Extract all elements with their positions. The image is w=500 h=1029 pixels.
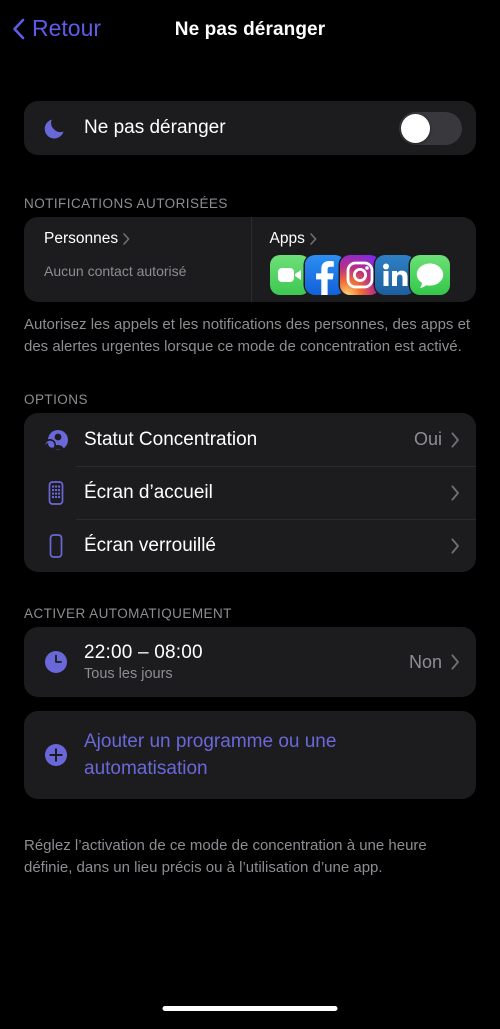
- chevron-right-icon: [451, 654, 459, 670]
- schedule-text: 22:00 – 08:00 Tous les jours: [84, 642, 409, 682]
- option-label: Statut Concentration: [84, 428, 258, 450]
- options-section: OPTIONS Statut Concentration Oui Écran d…: [0, 392, 500, 572]
- schedule-row[interactable]: 22:00 – 08:00 Tous les jours Non: [24, 627, 476, 697]
- moon-icon: [44, 119, 64, 139]
- automation-header: ACTIVER AUTOMATIQUEMENT: [24, 606, 232, 621]
- chevron-right-icon: [451, 537, 459, 554]
- option-value: Oui: [413, 429, 442, 449]
- facebook-app-icon: [304, 255, 345, 295]
- switch-knob: [401, 113, 430, 143]
- home-screen-icon: [42, 480, 70, 506]
- focus-status-icon: [42, 427, 70, 453]
- clock-icon: [42, 649, 70, 675]
- chevron-right-icon: [310, 233, 317, 245]
- apps-column[interactable]: Apps: [250, 217, 477, 302]
- option-row-focus-status[interactable]: Statut Concentration Oui: [24, 413, 476, 466]
- option-row-home-screen[interactable]: Écran d’accueil: [24, 466, 476, 519]
- do-not-disturb-switch[interactable]: [399, 111, 462, 145]
- people-title-row: Personnes: [44, 230, 251, 248]
- chevron-right-icon: [451, 484, 459, 501]
- options-card: Statut Concentration Oui Écran d’accueil…: [24, 413, 476, 572]
- page-title: Ne pas déranger: [174, 19, 326, 40]
- allowed-app-icons: [269, 255, 477, 295]
- option-row-lock-screen[interactable]: Écran verrouillé: [24, 519, 476, 572]
- automation-footer: Réglez l’activation de ce mode de concen…: [24, 837, 427, 876]
- option-label: Écran d’accueil: [84, 481, 213, 503]
- allowed-notifications-footer: Autorisez les appels et les notification…: [24, 316, 471, 355]
- messages-app-icon: [409, 255, 450, 295]
- facetime-app-icon: [269, 255, 310, 295]
- allowed-notifications-section: NOTIFICATIONS AUTORISÉES Personnes Aucun…: [0, 196, 500, 358]
- instagram-app-icon: [339, 255, 380, 295]
- navigation-bar: Retour Ne pas déranger: [0, 0, 500, 66]
- apps-title: Apps: [269, 230, 305, 247]
- lock-screen-icon: [42, 533, 70, 559]
- allowed-notifications-card: Personnes Aucun contact autorisé Apps: [24, 217, 476, 302]
- options-header: OPTIONS: [24, 392, 88, 407]
- chevron-right-icon: [123, 233, 130, 245]
- schedule-time: 22:00 – 08:00: [84, 642, 203, 663]
- schedule-days: Tous les jours: [84, 666, 173, 682]
- automation-section: ACTIVER AUTOMATIQUEMENT 22:00 – 08:00 To…: [0, 606, 500, 879]
- add-schedule-label: Ajouter un programme ou une automatisati…: [84, 731, 337, 779]
- linkedin-app-icon: [374, 255, 415, 295]
- allowed-notifications-header: NOTIFICATIONS AUTORISÉES: [24, 196, 228, 211]
- people-subtitle: Aucun contact autorisé: [44, 263, 187, 279]
- schedule-value: Non: [408, 651, 442, 672]
- dnd-settings-screen: Retour Ne pas déranger Ne pas déranger N…: [0, 0, 500, 1029]
- add-schedule-row[interactable]: Ajouter un programme ou une automatisati…: [24, 711, 476, 799]
- people-title: Personnes: [44, 230, 119, 247]
- chevron-right-icon: [451, 431, 459, 448]
- home-indicator[interactable]: [162, 1006, 338, 1011]
- option-label: Écran verrouillé: [84, 534, 216, 556]
- apps-title-row: Apps: [270, 230, 477, 248]
- do-not-disturb-label: Ne pas déranger: [84, 117, 226, 138]
- people-column[interactable]: Personnes Aucun contact autorisé: [24, 217, 251, 302]
- plus-circle-icon: [42, 742, 70, 768]
- do-not-disturb-toggle-row[interactable]: Ne pas déranger: [24, 101, 476, 155]
